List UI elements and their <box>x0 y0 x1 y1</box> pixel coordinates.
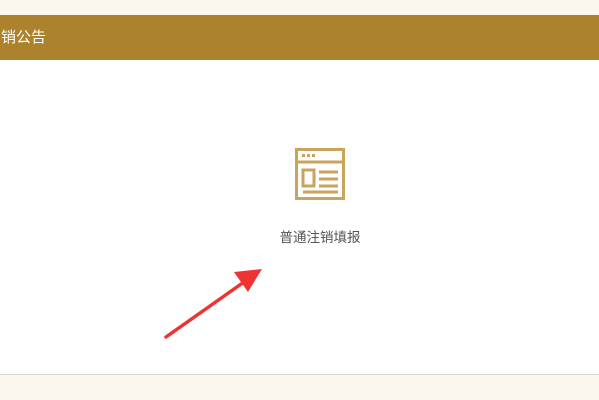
section-header: 销公告 <box>0 15 599 60</box>
top-strip <box>0 0 599 15</box>
content-panel: 普通注销填报 <box>0 60 599 375</box>
annotation-arrow-icon <box>164 269 262 339</box>
section-header-title: 销公告 <box>1 28 47 46</box>
page: 销公告 普通注销填报 <box>0 0 599 400</box>
form-document-icon <box>295 148 345 200</box>
bottom-strip <box>0 376 599 400</box>
normal-deregistration-label: 普通注销填报 <box>279 230 361 246</box>
normal-deregistration-entry[interactable]: 普通注销填报 <box>250 140 390 250</box>
